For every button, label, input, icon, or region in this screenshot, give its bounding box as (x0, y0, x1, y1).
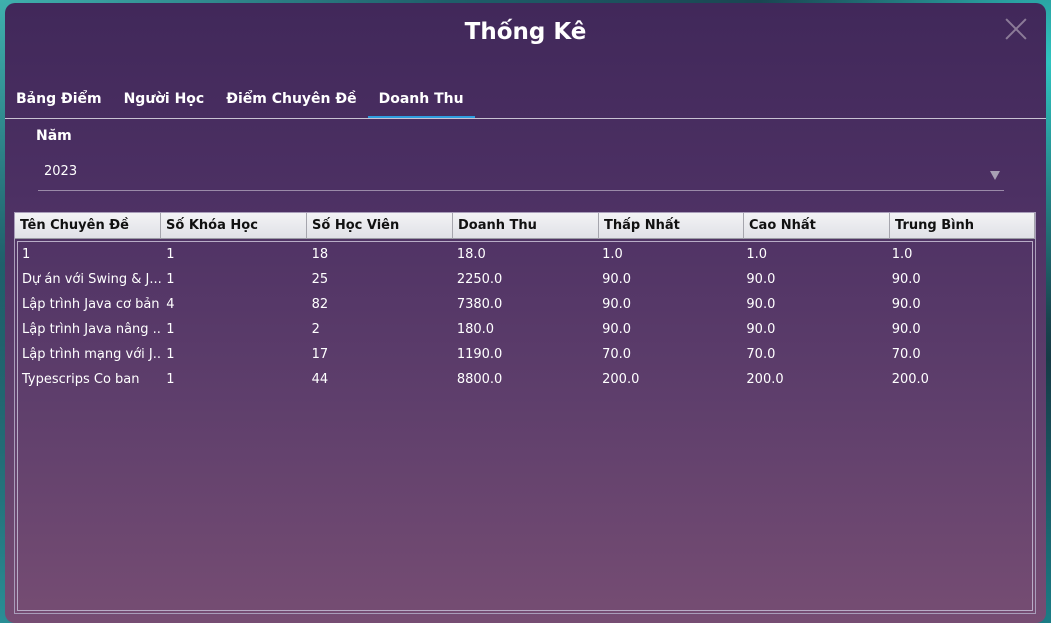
table-cell[interactable]: Typescrips Co ban (18, 367, 162, 392)
tab-bang-diem[interactable]: Bảng Điểm (5, 79, 113, 119)
table-cell[interactable]: 7380.0 (453, 292, 598, 317)
tab-bar: Bảng Điểm Người Học Điểm Chuyên Đề Doanh… (5, 79, 475, 119)
table-cell[interactable]: Dự án với Swing & J... (18, 267, 162, 292)
dialog-title: Thống Kê (464, 19, 587, 45)
column-header-trung-binh[interactable]: Trung Bình (890, 213, 1035, 239)
table-cell[interactable]: 200.0 (742, 367, 887, 392)
table-row[interactable]: Typescrips Co ban 1 44 8800.0 200.0 200.… (18, 367, 1032, 392)
table-row[interactable]: 1 1 18 18.0 1.0 1.0 1.0 (18, 242, 1032, 267)
table-cell[interactable]: 18 (308, 242, 453, 267)
table-cell[interactable]: 25 (308, 267, 453, 292)
close-icon[interactable] (1004, 17, 1028, 41)
table-cell[interactable]: 1 (162, 267, 307, 292)
column-header-cao-nhat[interactable]: Cao Nhất (744, 213, 890, 239)
table-cell[interactable]: 4 (162, 292, 307, 317)
table-cell[interactable]: 2 (308, 317, 453, 342)
table-cell[interactable]: 180.0 (453, 317, 598, 342)
tab-divider (5, 118, 1046, 119)
table-cell[interactable]: 90.0 (598, 317, 742, 342)
table-cell[interactable]: 90.0 (742, 267, 887, 292)
table-cell[interactable]: 1 (162, 367, 307, 392)
year-label: Năm (36, 128, 72, 144)
table-body[interactable]: 1 1 18 18.0 1.0 1.0 1.0 Dự án với Swing … (17, 241, 1033, 611)
table-cell[interactable]: 82 (308, 292, 453, 317)
table-header: Tên Chuyên Đề Số Khóa Học Số Học Viên Do… (15, 213, 1035, 239)
table-cell[interactable]: 90.0 (888, 317, 1032, 342)
table-cell[interactable]: 90.0 (888, 292, 1032, 317)
statistics-dialog: Thống Kê Bảng Điểm Người Học Điểm Chuyên… (5, 3, 1046, 623)
table-cell[interactable]: 90.0 (742, 317, 887, 342)
tab-nguoi-hoc[interactable]: Người Học (113, 79, 216, 119)
table-cell[interactable]: 1 (162, 242, 307, 267)
column-header-so-khoa-hoc[interactable]: Số Khóa Học (161, 213, 307, 239)
table-cell[interactable]: 1.0 (742, 242, 887, 267)
table-row[interactable]: Lập trình Java cơ bản 4 82 7380.0 90.0 9… (18, 292, 1032, 317)
column-header-ten-chuyen-de[interactable]: Tên Chuyên Đề (15, 213, 161, 239)
table-cell[interactable]: 1.0 (888, 242, 1032, 267)
table-cell[interactable]: 200.0 (598, 367, 742, 392)
table-cell[interactable]: 1190.0 (453, 342, 598, 367)
year-value: 2023 (44, 164, 78, 179)
column-header-so-hoc-vien[interactable]: Số Học Viên (307, 213, 453, 239)
table-cell[interactable]: 90.0 (598, 292, 742, 317)
table-cell[interactable]: 1 (162, 317, 307, 342)
table-row[interactable]: Lập trình Java nâng ... 1 2 180.0 90.0 9… (18, 317, 1032, 342)
table-cell[interactable]: 70.0 (742, 342, 887, 367)
table-row[interactable]: Dự án với Swing & J... 1 25 2250.0 90.0 … (18, 267, 1032, 292)
revenue-table: Tên Chuyên Đề Số Khóa Học Số Học Viên Do… (14, 212, 1036, 614)
table-cell[interactable]: 90.0 (598, 267, 742, 292)
column-header-thap-nhat[interactable]: Thấp Nhất (599, 213, 744, 239)
table-cell[interactable]: Lập trình Java nâng ... (18, 317, 162, 342)
tab-diem-chuyen-de[interactable]: Điểm Chuyên Đề (215, 79, 367, 119)
table-cell[interactable]: 2250.0 (453, 267, 598, 292)
table-cell[interactable]: 18.0 (453, 242, 598, 267)
tab-doanh-thu[interactable]: Doanh Thu (367, 79, 475, 119)
table-cell[interactable]: 1 (18, 242, 162, 267)
table-cell[interactable]: 1.0 (598, 242, 742, 267)
column-header-doanh-thu[interactable]: Doanh Thu (453, 213, 599, 239)
chevron-down-icon (990, 171, 1000, 180)
table-cell[interactable]: Lập trình Java cơ bản (18, 292, 162, 317)
table-row[interactable]: Lập trình mạng với J... 1 17 1190.0 70.0… (18, 342, 1032, 367)
table-cell[interactable]: 17 (308, 342, 453, 367)
year-dropdown[interactable]: 2023 (38, 155, 1004, 191)
table-cell[interactable]: 70.0 (598, 342, 742, 367)
table-cell[interactable]: 70.0 (888, 342, 1032, 367)
table-cell[interactable]: 1 (162, 342, 307, 367)
table-cell[interactable]: 90.0 (742, 292, 887, 317)
table-cell[interactable]: 200.0 (888, 367, 1032, 392)
table-cell[interactable]: 90.0 (888, 267, 1032, 292)
table-cell[interactable]: 44 (308, 367, 453, 392)
table-cell[interactable]: Lập trình mạng với J... (18, 342, 162, 367)
table-cell[interactable]: 8800.0 (453, 367, 598, 392)
